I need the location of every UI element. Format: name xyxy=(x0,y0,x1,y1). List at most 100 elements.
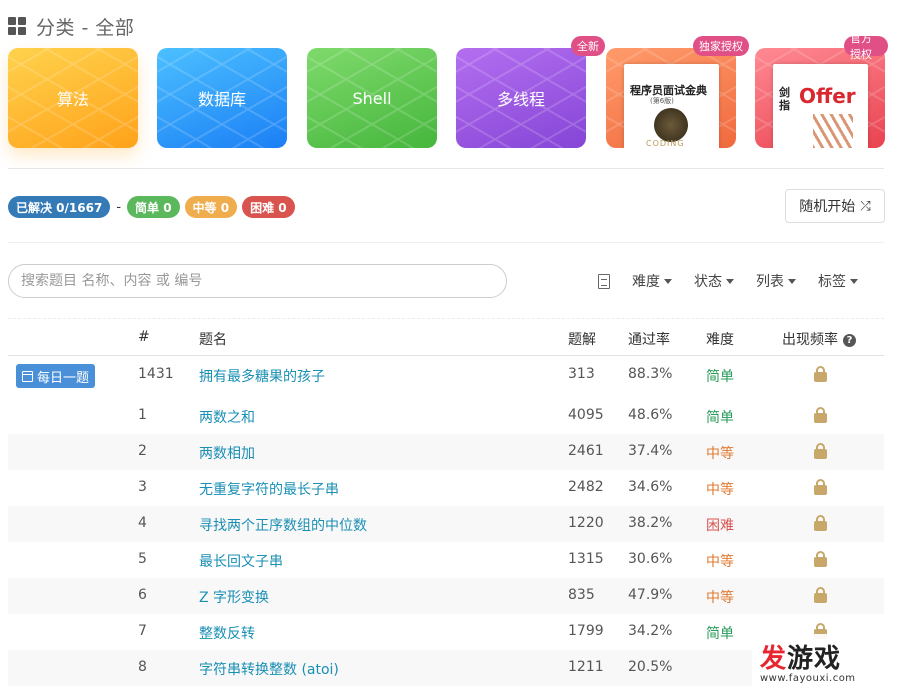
problem-title-link[interactable]: 无重复字符的最长子串 xyxy=(199,479,339,499)
table-row[interactable]: 2 两数相加 2461 37.4% 中等 xyxy=(8,434,884,470)
problem-title-link[interactable]: 寻找两个正序数组的中位数 xyxy=(199,515,367,535)
filter-status[interactable]: 状态 xyxy=(694,271,734,291)
table-row[interactable]: 每日一题 1431 拥有最多糖果的孩子 313 88.3% 简单 xyxy=(8,356,884,398)
solution-count: 313 xyxy=(568,366,595,382)
difficulty-label: 困难 xyxy=(706,518,734,534)
header-title[interactable]: 题名 xyxy=(199,329,227,349)
divider xyxy=(8,242,884,243)
category-card-database[interactable]: 数据库 xyxy=(157,48,287,148)
problem-number: 8 xyxy=(138,659,147,675)
category-card-shell[interactable]: Shell xyxy=(307,48,437,148)
problem-title-link[interactable]: 字符串转换整数 (atoi) xyxy=(199,659,339,679)
category-label: 多线程 xyxy=(496,90,545,109)
problem-title-link[interactable]: 两数相加 xyxy=(199,443,255,463)
problem-number: 1 xyxy=(138,407,147,423)
problem-number: 4 xyxy=(138,515,147,531)
lock-icon xyxy=(814,366,827,382)
filter-difficulty[interactable]: 难度 xyxy=(632,271,672,291)
divider xyxy=(8,168,884,169)
search-input[interactable] xyxy=(8,264,507,298)
difficulty-label: 简单 xyxy=(706,369,734,385)
category-card-concurrency[interactable]: 多线程 xyxy=(456,48,586,148)
watermark-logo: 发游戏 xyxy=(760,638,841,675)
book-cover-image: 剑指 Offer xyxy=(773,64,868,148)
filter-label: 标签 xyxy=(818,274,846,290)
book-cover-art xyxy=(813,114,853,148)
acceptance-rate: 88.3% xyxy=(628,366,673,382)
frequency-lock xyxy=(814,443,827,459)
header-difficulty[interactable]: 难度 xyxy=(706,329,734,349)
difficulty-label: 中等 xyxy=(706,482,734,498)
problem-number: 6 xyxy=(138,587,147,603)
category-cards: 算法 数据库 Shell 多线程 程序员面试金典 (第6版) CODING 剑指… xyxy=(8,32,888,150)
solution-count: 2461 xyxy=(568,443,604,459)
problem-title-link[interactable]: 最长回文子串 xyxy=(199,551,283,571)
table-row[interactable]: 4 寻找两个正序数组的中位数 1220 38.2% 困难 xyxy=(8,506,884,542)
table-row[interactable]: 6 Z 字形变换 835 47.9% 中等 xyxy=(8,578,884,614)
solution-count: 835 xyxy=(568,587,595,603)
help-icon[interactable]: ? xyxy=(843,334,856,347)
caret-down-icon xyxy=(726,278,734,284)
acceptance-rate: 48.6% xyxy=(628,407,673,423)
header-frequency: 出现频率? xyxy=(782,329,856,349)
frequency-lock xyxy=(814,479,827,495)
filter-tags[interactable]: 标签 xyxy=(818,271,858,291)
header-solutions[interactable]: 题解 xyxy=(568,329,596,349)
progress-stats: 已解决 0/1667 - 简单 0 中等 0 困难 0 xyxy=(8,196,295,218)
book-badge-new: 全新 xyxy=(571,36,605,56)
problem-title-link[interactable]: 整数反转 xyxy=(199,623,255,643)
filter-label: 列表 xyxy=(756,274,784,290)
difficulty-label: 中等 xyxy=(706,590,734,606)
filter-list[interactable]: 列表 xyxy=(756,271,796,291)
problem-number: 1431 xyxy=(138,366,174,382)
page-title: 分类 - 全部 xyxy=(36,16,135,39)
grid-icon xyxy=(8,17,26,35)
daily-problem-badge[interactable]: 每日一题 xyxy=(16,364,96,388)
random-start-button[interactable]: 随机开始 ⤮ xyxy=(785,189,885,223)
category-label: Shell xyxy=(352,88,392,108)
filter-label: 难度 xyxy=(632,274,660,290)
solution-count: 1220 xyxy=(568,515,604,531)
category-card-algorithms[interactable]: 算法 xyxy=(8,48,138,148)
medium-count-badge: 中等 0 xyxy=(184,196,238,218)
random-start-label: 随机开始 xyxy=(799,199,856,215)
problem-number: 2 xyxy=(138,443,147,459)
book-cover-side-text: 剑指 xyxy=(779,86,790,112)
header-acceptance[interactable]: 通过率 xyxy=(628,329,670,349)
lock-icon xyxy=(814,443,827,459)
table-row[interactable]: 5 最长回文子串 1315 30.6% 中等 xyxy=(8,542,884,578)
problem-title-link[interactable]: 拥有最多糖果的孩子 xyxy=(199,366,325,386)
watermark-logo-red: 发 xyxy=(760,644,788,674)
book-badge-official: 官方授权 xyxy=(844,32,888,61)
caret-down-icon xyxy=(788,278,796,284)
problem-title-link[interactable]: Z 字形变换 xyxy=(199,587,269,607)
lock-icon xyxy=(814,587,827,603)
solution-count: 2482 xyxy=(568,479,604,495)
lock-icon xyxy=(814,479,827,495)
hard-count-badge: 困难 0 xyxy=(242,196,295,218)
table-row[interactable]: 3 无重复字符的最长子串 2482 34.6% 中等 xyxy=(8,470,884,506)
acceptance-rate: 34.6% xyxy=(628,479,673,495)
solution-count: 1315 xyxy=(568,551,604,567)
site-watermark: 发游戏 www.fayouxi.com xyxy=(752,634,899,689)
problem-title-link[interactable]: 两数之和 xyxy=(199,407,255,427)
frequency-lock xyxy=(814,587,827,603)
header-frequency-label: 出现频率 xyxy=(782,332,838,348)
difficulty-label: 中等 xyxy=(706,554,734,570)
book-card-offer[interactable]: 剑指 Offer xyxy=(755,48,885,148)
document-icon[interactable] xyxy=(598,273,610,289)
book-card-interview-guide[interactable]: 程序员面试金典 (第6版) CODING xyxy=(606,48,736,148)
frequency-lock xyxy=(814,551,827,567)
frequency-lock xyxy=(814,366,827,382)
acceptance-rate: 47.9% xyxy=(628,587,673,603)
problem-number: 3 xyxy=(138,479,147,495)
caret-down-icon xyxy=(664,278,672,284)
filter-label: 状态 xyxy=(694,274,722,290)
problem-number: 7 xyxy=(138,623,147,639)
book-cover-image: 程序员面试金典 (第6版) CODING xyxy=(624,64,719,148)
difficulty-label: 简单 xyxy=(706,410,734,426)
header-num[interactable]: # xyxy=(138,329,150,345)
acceptance-rate: 30.6% xyxy=(628,551,673,567)
lock-icon xyxy=(814,551,827,567)
table-row[interactable]: 1 两数之和 4095 48.6% 简单 xyxy=(8,398,884,434)
